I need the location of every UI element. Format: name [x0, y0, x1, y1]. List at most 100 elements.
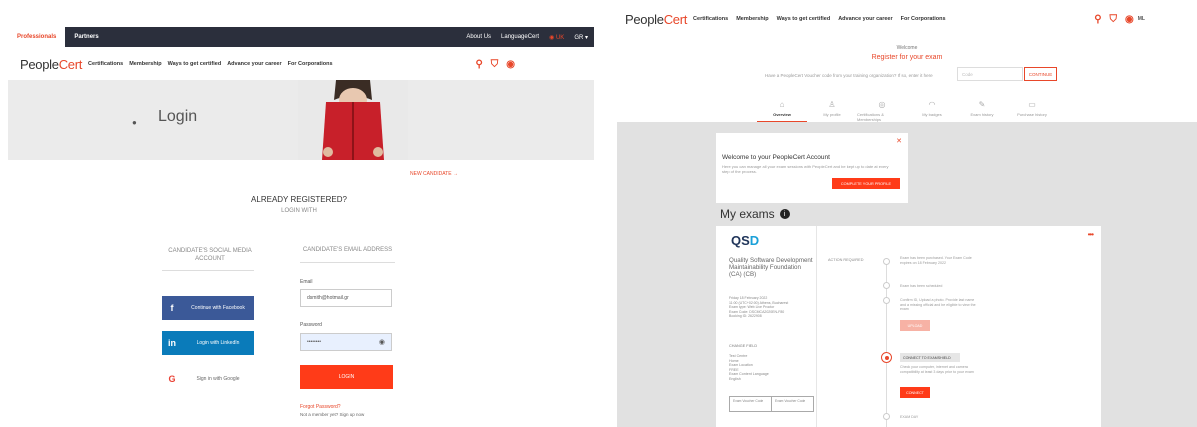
timeline-step-text: Exam has been scheduled [900, 284, 943, 288]
signup-link[interactable]: Not a member yet? Sign up now [300, 412, 364, 417]
timeline-step-dot [883, 297, 890, 304]
password-value: •••••••• [307, 339, 322, 345]
info-icon[interactable]: i [779, 209, 790, 219]
upload-button[interactable]: UPLOAD [900, 320, 930, 331]
linkedin-login-button[interactable]: in Login with LinkedIn [162, 331, 254, 355]
nav-ways[interactable]: Ways to get certified [168, 61, 222, 67]
main-nav: PeopleCert Certifications Membership Way… [20, 56, 580, 72]
search-icon[interactable]: ⚲ [1094, 14, 1101, 25]
more-options-icon[interactable]: ••• [1088, 230, 1094, 239]
nav-corporations[interactable]: For Corporations [901, 16, 946, 22]
tab-label: Certifications & Memberships [857, 112, 884, 122]
email-field[interactable]: dsmith@hotmail.gr [300, 289, 392, 307]
voucher-continue-button[interactable]: CONTINUE [1024, 67, 1057, 81]
about-us-link[interactable]: About Us [466, 34, 491, 40]
eye-icon[interactable]: ◉ [379, 338, 385, 346]
facebook-icon: f [170, 303, 174, 313]
linkedin-icon: in [168, 338, 176, 348]
welcome-text: Welcome [896, 45, 918, 51]
nav-membership[interactable]: Membership [129, 61, 161, 67]
dashboard-screenshot-panel: PeopleCert Certifications Membership Way… [617, 0, 1197, 427]
tab-overview[interactable]: ⌂ Overview [757, 100, 807, 122]
exam-day-label: EXAM DAY [900, 415, 919, 419]
timeline-active-dot [881, 352, 892, 363]
voucher-boxes: Exam Voucher Code Exam Voucher Code [729, 396, 814, 412]
user-initials[interactable]: ML [1138, 16, 1145, 22]
peoplecert-logo[interactable]: PeopleCert [20, 57, 82, 72]
voucher-box-2: Exam Voucher Code [775, 399, 806, 403]
tab-my-profile[interactable]: ♙ My profile [807, 100, 857, 122]
profile-icon: ♙ [828, 100, 836, 109]
cart-icon[interactable]: ⛉ [491, 59, 499, 70]
facebook-login-button[interactable]: f Continue with Facebook [162, 296, 254, 320]
email-value: dsmith@hotmail.gr [307, 295, 349, 301]
top-bar: Professionals Partners About Us Language… [8, 27, 594, 47]
languagecert-link[interactable]: LanguageCert [501, 34, 539, 40]
logo-cert: Cert [58, 56, 83, 72]
nav-advance[interactable]: Advance your career [227, 61, 281, 67]
nav-membership[interactable]: Membership [736, 16, 768, 22]
password-field[interactable]: •••••••• ◉ [300, 333, 392, 351]
connect-button[interactable]: CONNECT [900, 387, 930, 398]
tab-label: Exam history [970, 112, 994, 117]
divider [300, 262, 395, 263]
logo-people: People [625, 11, 664, 27]
timeline-step-dot [883, 413, 890, 420]
user-icon[interactable]: ◉ [1125, 14, 1134, 25]
qsd-logo-d: D [749, 233, 760, 248]
exam-location-details: Test Centre Home Exam Location FREE Exam… [729, 354, 769, 381]
logo-cert: Cert [663, 11, 688, 27]
forgot-password-link[interactable]: Forgot Password? [300, 404, 341, 410]
nav-advance[interactable]: Advance your career [838, 16, 892, 22]
linkedin-label: Login with LinkedIn [196, 340, 240, 346]
tab-exam-history[interactable]: ✎ Exam history [957, 100, 1007, 122]
account-tabs: ⌂ Overview ♙ My profile ◎ Certifications & … [757, 100, 1057, 122]
already-registered-heading: ALREADY REGISTERED? [251, 195, 347, 204]
tab-label: My profile [823, 112, 841, 117]
main-nav: PeopleCert Certifications Membership Way… [625, 11, 1185, 27]
tab-badges[interactable]: ◠ My badges [907, 100, 957, 122]
tab-purchase-history[interactable]: ▭ Purchase history [1007, 100, 1057, 122]
language-selector[interactable]: ◉ UK [549, 34, 564, 41]
welcome-card: ✕ Welcome to your PeopleCert Account Her… [716, 133, 908, 203]
complete-profile-button[interactable]: COMPLETE YOUR PROFILE [832, 178, 900, 189]
voucher-prompt: Have a PeopleCert Voucher code from your… [765, 73, 933, 78]
change-field-label[interactable]: Change field [729, 344, 757, 348]
nav-ways[interactable]: Ways to get certified [777, 16, 831, 22]
email-heading: CANDIDATE'S EMAIL ADDRESS [302, 247, 393, 253]
facebook-label: Continue with Facebook [191, 305, 245, 311]
nav-certifications[interactable]: Certifications [88, 61, 123, 67]
nav-corporations[interactable]: For Corporations [288, 61, 333, 67]
cart-icon[interactable]: ⛉ [1110, 14, 1118, 25]
pencil-icon: ✎ [978, 100, 986, 109]
login-button[interactable]: LOGIN [300, 365, 393, 389]
peoplecert-logo[interactable]: PeopleCert [625, 12, 687, 27]
new-candidate-link[interactable]: NEW CANDIDATE → [410, 171, 458, 177]
hero-bullet-icon: ● [132, 118, 137, 127]
qsd-logo-qs: QS [731, 233, 750, 248]
card-divider [816, 226, 817, 427]
welcome-card-description: Here you can manage all your exam sessio… [722, 164, 889, 174]
timeline-step-dot [883, 282, 890, 289]
close-icon[interactable]: ✕ [896, 137, 902, 145]
password-label: Password [300, 322, 322, 328]
tab-certifications[interactable]: ◎ Certifications & Memberships [857, 100, 907, 122]
connect-examshield-text: Check your computer, internet and camera… [900, 365, 974, 374]
google-login-button[interactable]: G Sign in with Google [162, 367, 254, 391]
login-with-subheading: LOGIN WITH [281, 208, 317, 214]
hero-woman-reading-image [298, 80, 408, 160]
tab-partners[interactable]: Partners [65, 27, 107, 47]
voucher-code-input[interactable]: Code [957, 67, 1023, 81]
currency-selector[interactable]: GR ▾ [574, 34, 588, 41]
tab-label: My badges [922, 112, 942, 117]
register-exam-link[interactable]: Register for your exam [617, 54, 1197, 61]
welcome-card-title: Welcome to your PeopleCert Account [722, 154, 830, 161]
tab-label: Purchase history [1017, 112, 1047, 117]
tab-professionals[interactable]: Professionals [8, 27, 66, 47]
user-icon[interactable]: ◉ [506, 59, 515, 70]
nav-certifications[interactable]: Certifications [693, 16, 728, 22]
connect-examshield-label: CONNECT TO EXAMSHIELD [900, 353, 960, 362]
badge-icon: ◠ [928, 100, 936, 109]
search-icon[interactable]: ⚲ [475, 59, 482, 70]
email-label: Email [300, 279, 313, 285]
